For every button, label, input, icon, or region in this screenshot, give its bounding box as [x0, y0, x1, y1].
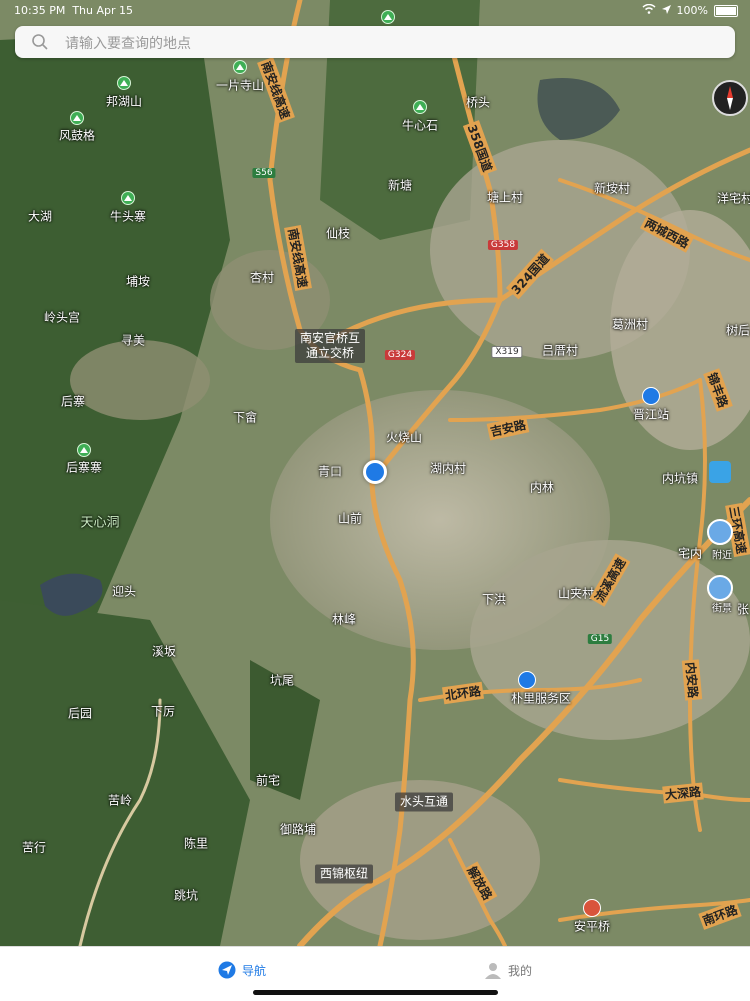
- place-label: 后寨: [60, 394, 86, 409]
- place-label: 埔垵: [125, 274, 151, 289]
- tab-navigation[interactable]: 导航: [218, 961, 266, 979]
- place-label: 溪坂: [151, 644, 177, 659]
- nearby-icon[interactable]: [707, 519, 733, 545]
- battery-percent: 100%: [676, 4, 708, 17]
- place-label: 前宅: [255, 773, 281, 788]
- place-label: 山夹村: [557, 586, 595, 601]
- tab-mine[interactable]: 我的: [484, 961, 532, 979]
- road-shield: X319: [491, 346, 523, 358]
- place-label: 寻美: [120, 333, 146, 348]
- place-label: 安平桥: [573, 919, 611, 934]
- place-label: 内坑镇: [661, 471, 699, 486]
- place-label: 吕厝村: [541, 343, 579, 358]
- place-label: 青口: [317, 464, 343, 479]
- train-station-icon[interactable]: [642, 387, 660, 405]
- place-label: 火烧山: [385, 430, 423, 445]
- place-label: 苦行: [21, 840, 47, 855]
- status-time: 10:35 PM Thu Apr 15: [14, 4, 134, 17]
- tab-navigation-label: 导航: [242, 963, 267, 978]
- place-label: 内林: [529, 480, 555, 495]
- place-label: 山前: [337, 511, 363, 526]
- place-label: 附近: [712, 550, 732, 562]
- tab-mine-label: 我的: [508, 963, 533, 978]
- place-label: 新塘: [387, 178, 413, 193]
- place-label: 洋宅村: [716, 191, 750, 206]
- interchange-label: 南安官桥互 通立交桥: [294, 329, 366, 363]
- place-label: 葛洲村: [611, 317, 649, 332]
- place-label: 晋江站: [632, 407, 670, 422]
- place-label: 塘上村: [486, 190, 524, 205]
- place-label: 一片寺山: [215, 78, 265, 93]
- place-label: 苦岭: [107, 793, 133, 808]
- landmark-icon[interactable]: [583, 899, 601, 917]
- navigate-icon: [218, 961, 236, 979]
- peak-icon: [70, 111, 84, 125]
- place-label: 跳坑: [173, 888, 199, 903]
- place-label: 陈里: [183, 836, 209, 851]
- weather-icon[interactable]: [709, 461, 731, 483]
- search-input[interactable]: 请输入要查询的地点: [65, 33, 191, 53]
- place-label: 后园: [67, 706, 93, 721]
- peak-icon: [117, 76, 131, 90]
- peak-icon: [413, 100, 427, 114]
- place-label: 风鼓格: [58, 128, 96, 143]
- road-shield: S56: [252, 168, 276, 178]
- place-label: 邦湖山: [105, 94, 143, 109]
- place-label: 桥头: [465, 95, 491, 110]
- user-icon: [484, 961, 502, 979]
- peak-icon: [121, 191, 135, 205]
- status-bar: 10:35 PM Thu Apr 15 100%: [0, 0, 750, 20]
- location-arrow-icon: [661, 4, 671, 17]
- place-label: 新垵村: [593, 181, 631, 196]
- place-label: 牛头寨: [109, 209, 147, 224]
- battery-icon: [714, 4, 738, 17]
- place-label: 张: [736, 602, 750, 617]
- compass-icon[interactable]: [712, 80, 748, 116]
- status-right: 100%: [642, 3, 738, 17]
- place-label: 坑尾: [269, 673, 295, 688]
- map-view[interactable]: 一片寺山 邦湖山 风鼓格 牛心石 桥头 新塘 塘上村 新垵村 大湖 牛头寨 仙枝…: [0, 0, 750, 946]
- place-label: 天心洞: [80, 515, 120, 531]
- place-label: 下厉: [150, 704, 176, 719]
- place-label: 杏村: [249, 270, 275, 285]
- place-label: 宅内: [677, 546, 703, 561]
- current-location-dot: [363, 460, 387, 484]
- road-shield: G358: [487, 240, 519, 250]
- place-label: 树后: [725, 323, 750, 338]
- wifi-icon: [642, 3, 656, 17]
- place-label: 下畲: [232, 410, 258, 425]
- place-label: 迎头: [111, 584, 137, 599]
- search-icon: [31, 33, 49, 51]
- search-bar[interactable]: 请输入要查询的地点: [15, 26, 735, 58]
- place-label: 朴里服务区: [510, 691, 572, 706]
- peak-icon: [233, 60, 247, 74]
- street-view-icon[interactable]: [707, 575, 733, 601]
- road-shield: G324: [384, 350, 416, 360]
- place-label: 下洪: [481, 592, 507, 607]
- road-label: 内安路: [681, 659, 703, 701]
- peak-icon: [77, 443, 91, 457]
- home-indicator: [253, 990, 498, 995]
- interchange-label: 西锦枢纽: [314, 864, 374, 884]
- interchange-label: 水头互通: [394, 792, 454, 812]
- place-label: 牛心石: [401, 118, 439, 133]
- road-shield: G15: [587, 634, 613, 644]
- place-label: 岭头宫: [43, 310, 81, 325]
- place-label: 街景: [712, 603, 732, 615]
- place-label: 林峰: [331, 612, 357, 627]
- place-label: 湖内村: [429, 461, 467, 476]
- place-label: 御路埔: [279, 822, 317, 837]
- place-label: 后寨寨: [65, 460, 103, 475]
- parking-icon[interactable]: [518, 671, 536, 689]
- place-label: 大湖: [27, 209, 53, 224]
- place-label: 仙枝: [325, 226, 351, 241]
